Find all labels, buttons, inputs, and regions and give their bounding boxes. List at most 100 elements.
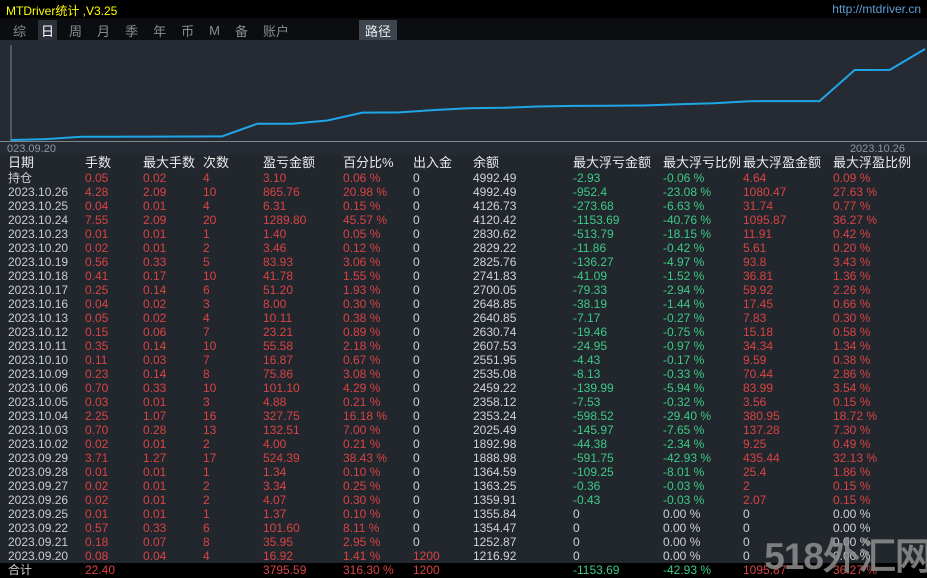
table-row[interactable]: 2023.10.23 0.01 0.01 1 1.40 0.05 % 0 2830.62 -51… <box>0 227 927 241</box>
table-cell: 524.39 <box>263 451 300 465</box>
table-row[interactable]: 2023.10.18 0.41 0.17 10 41.78 1.55 % 0 2741.83 -… <box>0 269 927 283</box>
menu-tab-4[interactable]: 季 <box>122 20 141 41</box>
table-cell: 1.37 <box>263 507 287 521</box>
balance-chart[interactable]: 023.09.20 2023.10.26 <box>0 40 927 155</box>
table-cell: 2 <box>203 493 210 507</box>
table-cell: 2023.10.20 <box>8 241 69 255</box>
menu-tab-1[interactable]: 日 <box>38 20 58 41</box>
table-cell: 10 <box>203 339 217 353</box>
table-cell: 2023.10.13 <box>8 311 69 325</box>
table-cell: 2640.85 <box>473 311 517 325</box>
table-row[interactable]: 2023.10.17 0.25 0.14 6 51.20 1.93 % 0 2700.05 -7… <box>0 283 927 297</box>
table-row[interactable]: 2023.10.12 0.15 0.06 7 23.21 0.89 % 0 2630.74 -1… <box>0 325 927 339</box>
column-header-6[interactable]: 出入金 <box>413 155 473 171</box>
table-cell: -29.40 % <box>663 409 712 423</box>
table-cell: 2535.08 <box>473 367 517 381</box>
table-cell: 4.29 % <box>343 381 381 395</box>
table-cell: 1.55 % <box>343 269 381 283</box>
table-cell: 0.06 % <box>343 171 381 185</box>
column-header-2[interactable]: 最大手数 <box>143 155 203 171</box>
table-cell: 0 <box>413 521 420 535</box>
table-row[interactable]: 2023.10.02 0.02 0.01 2 4.00 0.21 % 0 1892.98 -44… <box>0 437 927 451</box>
menu-tab-6[interactable]: 币 <box>178 20 197 41</box>
table-cell: 0.15 <box>85 325 109 339</box>
table-row[interactable]: 2023.10.03 0.70 0.28 13 132.51 7.00 % 0 2025.49… <box>0 423 927 437</box>
table-row[interactable]: 2023.10.26 4.28 2.09 10 865.76 20.98 % 0 4992.4… <box>0 185 927 199</box>
table-cell: 0.02 <box>85 493 109 507</box>
balance-line <box>10 48 926 141</box>
menu-tab-3[interactable]: 月 <box>94 20 113 41</box>
table-row[interactable]: 2023.10.25 0.04 0.01 4 6.31 0.15 % 0 4126.73 -27… <box>0 199 927 213</box>
table-row[interactable]: 2023.09.26 0.02 0.01 2 4.07 0.30 % 0 1359.91 -0.… <box>0 493 927 507</box>
table-cell: 59.92 <box>743 283 774 297</box>
column-header-11[interactable]: 最大浮盈比例 <box>833 155 927 171</box>
table-row[interactable]: 2023.10.10 0.11 0.03 7 16.87 0.67 % 0 2551.95 -4… <box>0 353 927 367</box>
column-header-7[interactable]: 余额 <box>473 155 573 171</box>
table-cell: 2023.10.23 <box>8 227 69 241</box>
table-cell: 4.00 <box>263 437 287 451</box>
table-cell: 6 <box>203 283 210 297</box>
table-cell: 0.05 <box>85 171 109 185</box>
table-cell: 8 <box>203 367 210 381</box>
menu-tab-8[interactable]: 备 <box>232 20 251 41</box>
menu-tab-2[interactable]: 周 <box>66 20 85 41</box>
app-url-link[interactable]: http://mtdriver.cn <box>832 2 921 16</box>
column-header-9[interactable]: 最大浮亏比例 <box>663 155 743 171</box>
table-row[interactable]: 2023.10.09 0.23 0.14 8 75.86 3.08 % 0 2535.08 -8… <box>0 367 927 381</box>
table-row[interactable]: 2023.09.22 0.57 0.33 6 101.60 8.11 % 0 1354.47 0… <box>0 521 927 535</box>
table-cell: -136.27 <box>573 255 614 269</box>
table-cell: 1.86 % <box>833 465 871 479</box>
table-cell: 0.00 % <box>663 549 701 563</box>
table-cell: 2023.09.21 <box>8 535 69 549</box>
menu-tab-0[interactable]: 综 <box>10 20 29 41</box>
menu-tab-7[interactable]: M <box>206 22 223 39</box>
table-cell: 0.38 % <box>343 311 381 325</box>
table-cell: 0.57 <box>85 521 109 535</box>
table-row[interactable]: 2023.10.06 0.70 0.33 10 101.10 4.29 % 0 2459.22… <box>0 381 927 395</box>
table-cell: -0.06 % <box>663 171 705 185</box>
table-row[interactable]: 2023.10.16 0.04 0.02 3 8.00 0.30 % 0 2648.85 -38… <box>0 297 927 311</box>
menu-tab-9[interactable]: 账户 <box>260 20 292 41</box>
table-cell: 0 <box>413 437 420 451</box>
table-cell: -42.93 % <box>663 563 712 577</box>
table-row[interactable]: 2023.10.24 7.55 2.09 20 1289.80 45.57 % 0 4120.… <box>0 213 927 227</box>
table-row[interactable]: 2023.09.21 0.18 0.07 8 35.95 2.95 % 0 1252.87 0 0… <box>0 535 927 549</box>
table-cell: 1 <box>203 465 210 479</box>
daily-stats-table: 日期 手数 最大手数 次数 盈亏金额 百分比% 出入金 余额 最大浮亏金额 最大浮亏比例 最大浮盈金… <box>0 155 927 578</box>
column-header-1[interactable]: 手数 <box>85 155 143 171</box>
table-row[interactable]: 2023.10.11 0.35 0.14 10 55.58 2.18 % 0 2607.53 -… <box>0 339 927 353</box>
table-cell: 51.20 <box>263 283 294 297</box>
table-row[interactable]: 持仓 0.05 0.02 4 3.10 0.06 % 0 4992.49 -2.93 -0.06 … <box>0 171 927 185</box>
table-row[interactable]: 2023.10.20 0.02 0.01 2 3.46 0.12 % 0 2829.22 -11… <box>0 241 927 255</box>
column-header-8[interactable]: 最大浮亏金额 <box>573 155 663 171</box>
table-cell: 327.75 <box>263 409 300 423</box>
table-row[interactable]: 2023.09.28 0.01 0.01 1 1.34 0.10 % 0 1364.59 -10… <box>0 465 927 479</box>
table-row[interactable]: 2023.10.19 0.56 0.33 5 83.93 3.06 % 0 2825.76 -1… <box>0 255 927 269</box>
table-cell: 0.01 <box>143 465 167 479</box>
column-header-0[interactable]: 日期 <box>8 155 85 171</box>
path-button[interactable]: 路径 <box>358 20 397 41</box>
table-cell: 2023.10.19 <box>8 255 69 269</box>
table-cell: 380.95 <box>743 409 780 423</box>
table-row[interactable]: 2023.09.29 3.71 1.27 17 524.39 38.43 % 0 1888.9… <box>0 451 927 465</box>
table-row[interactable]: 2023.10.13 0.05 0.02 4 10.11 0.38 % 0 2640.85 -7… <box>0 311 927 325</box>
table-cell: 1 <box>203 227 210 241</box>
table-cell: -0.03 % <box>663 479 705 493</box>
table-row[interactable]: 2023.10.05 0.03 0.01 3 4.88 0.21 % 0 2358.12 -7.… <box>0 395 927 409</box>
column-header-10[interactable]: 最大浮盈金额 <box>743 155 833 171</box>
table-cell: 0.02 <box>85 479 109 493</box>
total-row[interactable]: 合计 22.40 3795.59 316.30 % 1200 -1153.69 -42.93… <box>0 563 927 578</box>
table-cell: 2648.85 <box>473 297 517 311</box>
table-cell: 13 <box>203 423 217 437</box>
menu-tab-5[interactable]: 年 <box>150 20 169 41</box>
table-row[interactable]: 2023.09.27 0.02 0.01 2 3.34 0.25 % 0 1363.25 -0.… <box>0 479 927 493</box>
table-row[interactable]: 2023.10.04 2.25 1.07 16 327.75 16.18 % 0 2353.2… <box>0 409 927 423</box>
column-header-3[interactable]: 次数 <box>203 155 263 171</box>
table-cell: 2023.09.28 <box>8 465 69 479</box>
column-header-5[interactable]: 百分比% <box>343 155 413 171</box>
table-row[interactable]: 2023.09.25 0.01 0.01 1 1.37 0.10 % 0 1355.84 0 0.… <box>0 507 927 521</box>
table-cell <box>203 563 263 578</box>
table-row[interactable]: 2023.09.20 0.08 0.04 4 16.92 1.41 % 1200 1216.9… <box>0 549 927 563</box>
column-header-4[interactable]: 盈亏金额 <box>263 155 343 171</box>
window-title: MTDriver统计 ,V3.25 <box>6 4 118 18</box>
